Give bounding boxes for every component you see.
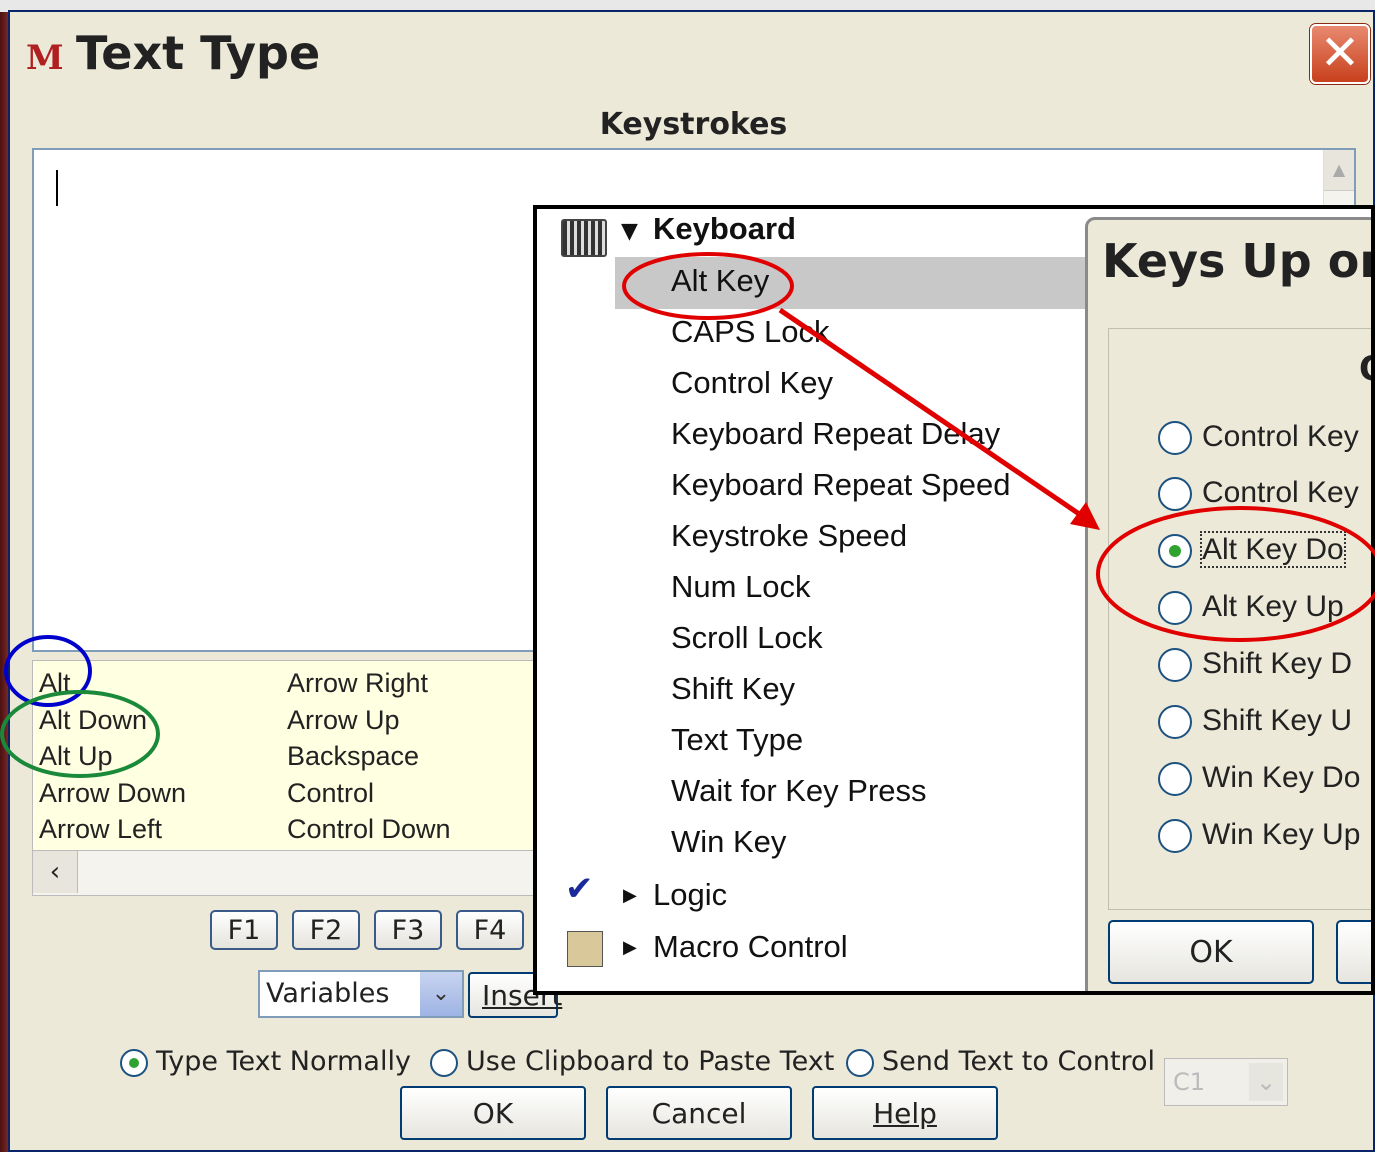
list-item[interactable]: Control Down [287, 811, 451, 848]
option-shift-key-down[interactable]: Shift Key D [1158, 647, 1353, 683]
checkmark-icon: ✔ [565, 870, 594, 908]
menu-item-alt-key[interactable]: Alt Key [671, 263, 769, 299]
radio-icon [1158, 819, 1192, 854]
menu-item-win-key[interactable]: Win Key [671, 824, 786, 860]
f2-button[interactable]: F2 [292, 910, 360, 950]
variables-combo[interactable]: Variables ⌄ [258, 970, 464, 1018]
window-title: Text Type [76, 26, 321, 80]
radio-icon [1158, 591, 1192, 626]
option-label: Control Key [1202, 476, 1359, 509]
close-button[interactable]: ✕ [1310, 24, 1370, 84]
menu-item-num-lock[interactable]: Num Lock [671, 569, 811, 605]
keys-column-1: Alt Alt Down Alt Up Arrow Down Arrow Lef… [39, 665, 186, 848]
scroll-left-icon[interactable]: ‹ [33, 851, 78, 893]
option-win-key-down[interactable]: Win Key Do [1158, 761, 1361, 797]
menu-item-repeat-speed[interactable]: Keyboard Repeat Speed [671, 467, 1011, 503]
macro-control-icon [567, 931, 603, 967]
list-item[interactable]: Arrow Up [287, 702, 451, 739]
special-keys-list[interactable]: Alt Alt Down Alt Up Arrow Down Arrow Lef… [32, 660, 554, 852]
option-label: Control Key [1202, 420, 1359, 453]
expanded-triangle-icon[interactable]: ▼ [621, 219, 638, 244]
radio-icon [846, 1048, 874, 1077]
horizontal-scrollbar[interactable]: ‹ [32, 850, 554, 896]
option-control-key-up[interactable]: Control Key [1158, 476, 1359, 512]
keystrokes-label: Keystrokes [599, 107, 788, 142]
list-item[interactable]: Arrow Right [287, 665, 451, 702]
menu-item-text-type[interactable]: Text Type [671, 722, 803, 758]
list-item[interactable]: Alt [39, 665, 186, 702]
list-item[interactable]: Backspace [287, 738, 451, 775]
collapsed-triangle-icon[interactable]: ▶ [623, 937, 637, 958]
keys-column-2: Arrow Right Arrow Up Backspace Control C… [287, 665, 451, 848]
list-item[interactable]: Arrow Left [39, 811, 186, 848]
scroll-up-icon[interactable]: ▲ [1324, 150, 1354, 191]
app-icon: M [26, 38, 64, 78]
option-label: Shift Key D [1202, 647, 1353, 680]
send-to-control-label: Send Text to Control [882, 1046, 1156, 1077]
variables-combo-value: Variables [266, 978, 390, 1009]
title-bar[interactable]: M Text Type ✕ [10, 12, 1373, 102]
radio-icon [1158, 762, 1192, 797]
radio-selected-icon [120, 1048, 148, 1077]
help-label: Help [873, 1097, 937, 1130]
macro-control-group-label[interactable]: Macro Control [653, 929, 848, 965]
group-header: O [1359, 349, 1371, 389]
use-clipboard-label: Use Clipboard to Paste Text [466, 1046, 835, 1077]
radio-selected-icon [1158, 534, 1192, 569]
radio-icon [1158, 705, 1192, 740]
type-normally-label: Type Text Normally [156, 1046, 411, 1077]
list-item[interactable]: Control [287, 775, 451, 812]
keys-up-down-dialog: Keys Up or O Control Key Control Key Alt… [1085, 217, 1375, 991]
list-item[interactable]: Alt Up [39, 738, 186, 775]
menu-item-control-key[interactable]: Control Key [671, 365, 833, 401]
option-label: Win Key Up [1202, 818, 1361, 851]
keys-dialog-ok-button[interactable]: OK [1108, 920, 1314, 984]
option-alt-key-down[interactable]: Alt Key Do [1158, 531, 1346, 569]
radio-icon [1158, 477, 1192, 512]
help-button[interactable]: Help [812, 1086, 998, 1140]
keyboard-icon [561, 219, 607, 257]
menu-item-scroll-lock[interactable]: Scroll Lock [671, 620, 823, 656]
list-item[interactable]: Arrow Down [39, 775, 186, 812]
use-clipboard-radio[interactable]: Use Clipboard to Paste Text [430, 1042, 834, 1082]
keys-dialog-cancel-button[interactable] [1336, 920, 1371, 984]
type-normally-radio[interactable]: Type Text Normally [120, 1042, 411, 1082]
menu-item-keystroke-speed[interactable]: Keystroke Speed [671, 518, 907, 554]
chevron-down-icon: ⌄ [1249, 1063, 1283, 1101]
option-control-key-down[interactable]: Control Key [1158, 420, 1359, 456]
menu-item-wait-for-key[interactable]: Wait for Key Press [671, 773, 927, 809]
radio-icon [1158, 648, 1192, 683]
radio-icon [430, 1048, 458, 1077]
f3-button[interactable]: F3 [374, 910, 442, 950]
option-shift-key-up[interactable]: Shift Key U [1158, 704, 1353, 740]
option-label: Win Key Do [1202, 761, 1361, 794]
control-combo: C1 ⌄ [1164, 1058, 1288, 1106]
option-label: Alt Key Do [1200, 531, 1346, 568]
option-label: Alt Key Up [1202, 590, 1344, 623]
cancel-button[interactable]: Cancel [606, 1086, 792, 1140]
list-item[interactable]: Alt Down [39, 702, 186, 739]
f1-button[interactable]: F1 [210, 910, 278, 950]
menu-item-repeat-delay[interactable]: Keyboard Repeat Delay [671, 416, 1000, 452]
text-caret [56, 170, 58, 206]
option-label: Shift Key U [1202, 704, 1353, 737]
menu-item-shift-key[interactable]: Shift Key [671, 671, 795, 707]
keyboard-group-label[interactable]: Keyboard [653, 211, 796, 247]
option-win-key-up[interactable]: Win Key Up [1158, 818, 1361, 854]
radio-icon [1158, 421, 1192, 456]
option-alt-key-up[interactable]: Alt Key Up [1158, 590, 1344, 626]
f4-button[interactable]: F4 [456, 910, 524, 950]
actions-popup: ▼ Keyboard Alt Key CAPS Lock Control Key… [533, 205, 1375, 995]
logic-group-label[interactable]: Logic [653, 877, 727, 913]
keys-dialog-title: Keys Up or [1102, 234, 1375, 288]
send-to-control-radio[interactable]: Send Text to Control [846, 1042, 1155, 1082]
ok-button[interactable]: OK [400, 1086, 586, 1140]
control-combo-value: C1 [1173, 1068, 1206, 1096]
chevron-down-icon[interactable]: ⌄ [420, 972, 462, 1016]
collapsed-triangle-icon[interactable]: ▶ [623, 885, 637, 906]
menu-item-caps-lock[interactable]: CAPS Lock [671, 314, 830, 350]
